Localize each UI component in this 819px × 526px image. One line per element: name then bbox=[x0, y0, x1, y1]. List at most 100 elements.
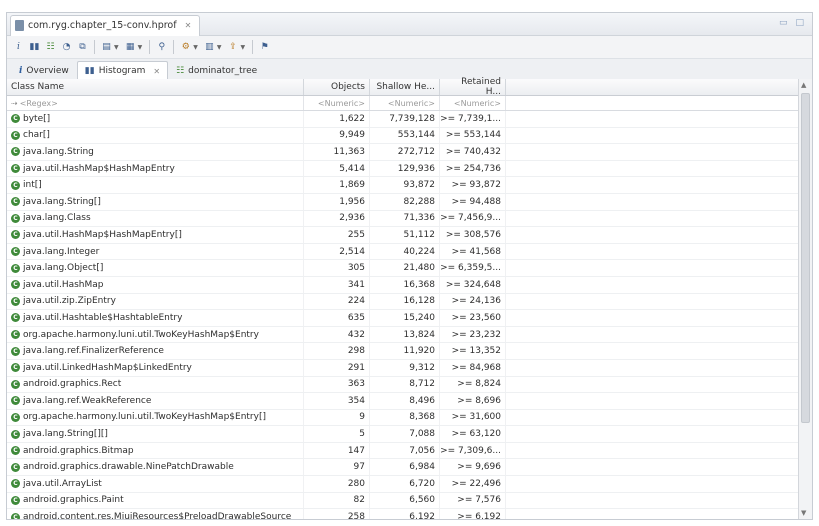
retained-heap-cell: >= 24,136 bbox=[440, 293, 506, 310]
search-icon[interactable]: ⚲ bbox=[155, 41, 168, 54]
table-row[interactable]: Cint[] 1,869 93,872 >= 93,872 bbox=[7, 177, 798, 194]
column-header-objects[interactable]: Objects bbox=[304, 79, 370, 95]
shallow-filter-input[interactable]: <Numeric> bbox=[370, 96, 440, 110]
pin-icon[interactable]: ⚑ bbox=[258, 41, 271, 54]
class-name-cell: Candroid.graphics.drawable.NinePatchDraw… bbox=[7, 459, 304, 476]
regex-filter-input[interactable]: ⇢ <Regex> bbox=[7, 96, 304, 110]
class-icon: C bbox=[11, 164, 20, 174]
objects-cell: 82 bbox=[304, 492, 370, 509]
objects-cell: 11,363 bbox=[304, 144, 370, 160]
table-row[interactable]: Candroid.content.res.MiuiResources$Prelo… bbox=[7, 509, 798, 520]
column-header-retained-heap[interactable]: Retained H... bbox=[440, 77, 506, 97]
class-name: android.graphics.Bitmap bbox=[23, 445, 134, 456]
class-icon: C bbox=[11, 147, 20, 157]
calculate-icon[interactable]: ⚙ bbox=[179, 41, 192, 54]
minimize-icon[interactable]: ▭ bbox=[779, 18, 788, 28]
info-icon: i bbox=[19, 65, 23, 76]
chevron-down-icon[interactable]: ▼ bbox=[114, 44, 119, 51]
class-name: byte[] bbox=[23, 113, 51, 124]
close-tab-icon[interactable]: ✕ bbox=[153, 67, 160, 76]
tab-overview[interactable]: i Overview bbox=[11, 61, 77, 79]
duplicate-classes-icon[interactable]: ⧉ bbox=[76, 41, 89, 54]
scroll-up-icon[interactable]: ▲ bbox=[801, 81, 806, 89]
dominator-tree-icon[interactable]: ☷ bbox=[44, 41, 57, 54]
shallow-heap-cell: 9,312 bbox=[370, 359, 440, 376]
table-row[interactable]: Cjava.lang.Object[] 305 21,480 >= 6,359,5..… bbox=[7, 260, 798, 277]
retained-heap-cell: >= 8,696 bbox=[440, 393, 506, 409]
class-name: java.util.HashMap$HashMapEntry[] bbox=[23, 229, 182, 240]
info-icon[interactable]: i bbox=[12, 41, 25, 54]
objects-cell: 5 bbox=[304, 426, 370, 442]
objects-cell: 1,869 bbox=[304, 177, 370, 193]
table-row[interactable]: Cjava.lang.String 11,363 272,712 >= 740,432 bbox=[7, 144, 798, 161]
table-row[interactable]: Cjava.util.HashMap$HashMapEntry[] 255 51,1… bbox=[7, 227, 798, 244]
export-icon[interactable]: ⇪ bbox=[227, 41, 240, 54]
class-name-cell: Candroid.graphics.Rect bbox=[7, 376, 304, 393]
table-row[interactable]: Cchar[] 9,949 553,144 >= 553,144 bbox=[7, 127, 798, 145]
table-row[interactable]: Candroid.graphics.Bitmap 147 7,056 >= 7,309… bbox=[7, 442, 798, 460]
chevron-down-icon[interactable]: ▼ bbox=[241, 44, 246, 51]
table-row[interactable]: Corg.apache.harmony.luni.util.TwoKeyHash… bbox=[7, 326, 798, 344]
class-icon: C bbox=[11, 313, 20, 323]
analysis-toolbar: i ▮▮ ☷ ◔ ⧉ ▤ ▼ ▦ ▼ ⚲ ⚙ ▼ ▥ ▼ ⇪ ▼ ⚑ bbox=[7, 36, 812, 59]
table-row[interactable]: Cjava.lang.ref.WeakReference 354 8,496 >= 8… bbox=[7, 393, 798, 410]
sql-icon[interactable]: ▦ bbox=[124, 41, 137, 54]
group-by-icon[interactable]: ▥ bbox=[203, 41, 216, 54]
toolbar-separator bbox=[94, 40, 95, 54]
scrollbar-thumb[interactable] bbox=[801, 93, 810, 423]
maximize-icon[interactable]: □ bbox=[795, 18, 804, 28]
class-name: org.apache.harmony.luni.util.TwoKeyHashM… bbox=[23, 329, 259, 340]
table-row[interactable]: Cjava.util.HashMap$HashMapEntry 5,414 129,… bbox=[7, 160, 798, 178]
scroll-down-icon[interactable]: ▼ bbox=[801, 509, 806, 517]
table-row[interactable]: Cjava.util.LinkedHashMap$LinkedEntry 291 9… bbox=[7, 359, 798, 377]
class-icon: C bbox=[11, 479, 20, 489]
editor-tab-hprof[interactable]: com.ryg.chapter_15-conv.hprof ✕ bbox=[10, 14, 201, 36]
top-consumers-icon[interactable]: ◔ bbox=[60, 41, 73, 54]
hprof-editor-window: com.ryg.chapter_15-conv.hprof ✕ ▭ □ i ▮▮… bbox=[6, 12, 813, 520]
class-name-cell: Cjava.lang.String bbox=[7, 144, 304, 160]
table-row[interactable]: Cjava.lang.String[] 1,956 82,288 >= 94,488 bbox=[7, 193, 798, 211]
table-row[interactable]: Corg.apache.harmony.luni.util.TwoKeyHash… bbox=[7, 409, 798, 427]
class-name-cell: Cint[] bbox=[7, 177, 304, 193]
table-row[interactable]: Cbyte[] 1,622 7,739,128 >= 7,739,1... bbox=[7, 111, 798, 128]
query-browser-icon[interactable]: ▤ bbox=[100, 41, 113, 54]
table-row[interactable]: Candroid.graphics.drawable.NinePatchDraw… bbox=[7, 459, 798, 477]
table-row[interactable]: Cjava.util.HashMap 341 16,368 >= 324,648 bbox=[7, 276, 798, 294]
vertical-scrollbar[interactable]: ▲ ▼ bbox=[798, 79, 812, 519]
table-row[interactable]: Cjava.lang.Integer 2,514 40,224 >= 41,568 bbox=[7, 243, 798, 261]
objects-cell: 291 bbox=[304, 359, 370, 376]
retained-heap-cell: >= 324,648 bbox=[440, 276, 506, 293]
table-row[interactable]: Cjava.util.Hashtable$HashtableEntry 635 15… bbox=[7, 310, 798, 327]
tab-dominator-tree[interactable]: ☷ dominator_tree bbox=[168, 61, 265, 79]
shallow-heap-cell: 6,720 bbox=[370, 476, 440, 492]
table-row[interactable]: Cjava.lang.ref.FinalizerReference 298 11,9… bbox=[7, 343, 798, 360]
class-name-cell: Cjava.lang.Integer bbox=[7, 243, 304, 260]
tab-histogram[interactable]: ▮▮ Histogram ✕ bbox=[76, 61, 169, 80]
table-row[interactable]: Cjava.lang.Class 2,936 71,336 >= 7,456,9... bbox=[7, 210, 798, 228]
class-icon: C bbox=[11, 363, 20, 373]
class-name-cell: Cjava.lang.String[][] bbox=[7, 426, 304, 442]
table-row[interactable]: Cjava.util.ArrayList 280 6,720 >= 22,496 bbox=[7, 476, 798, 493]
histogram-icon[interactable]: ▮▮ bbox=[28, 41, 41, 54]
chevron-down-icon[interactable]: ▼ bbox=[217, 44, 222, 51]
class-icon: C bbox=[11, 247, 20, 257]
chevron-down-icon[interactable]: ▼ bbox=[138, 44, 143, 51]
shallow-heap-cell: 15,240 bbox=[370, 310, 440, 326]
toolbar-separator bbox=[252, 40, 254, 54]
class-name: java.lang.String bbox=[23, 146, 94, 157]
column-header-shallow-heap[interactable]: Shallow He... bbox=[370, 79, 440, 95]
retained-filter-input[interactable]: <Numeric> bbox=[440, 96, 506, 110]
shallow-heap-cell: 8,496 bbox=[370, 393, 440, 409]
chevron-down-icon[interactable]: ▼ bbox=[193, 44, 198, 51]
table-row[interactable]: Cjava.util.zip.ZipEntry 224 16,128 >= 24,13… bbox=[7, 293, 798, 311]
shallow-heap-cell: 553,144 bbox=[370, 127, 440, 144]
column-header-class-name[interactable]: Class Name bbox=[7, 79, 304, 95]
objects-filter-input[interactable]: <Numeric> bbox=[304, 96, 370, 110]
table-row[interactable]: Cjava.lang.String[][] 5 7,088 >= 63,120 bbox=[7, 426, 798, 443]
table-row[interactable]: Candroid.graphics.Rect 363 8,712 >= 8,824 bbox=[7, 376, 798, 394]
retained-heap-cell: >= 84,968 bbox=[440, 359, 506, 376]
table-row[interactable]: Candroid.graphics.Paint 82 6,560 >= 7,576 bbox=[7, 492, 798, 510]
close-tab-icon[interactable]: ✕ bbox=[185, 21, 192, 30]
class-name: android.content.res.MiuiResources$Preloa… bbox=[23, 512, 292, 520]
class-icon: C bbox=[11, 114, 20, 124]
